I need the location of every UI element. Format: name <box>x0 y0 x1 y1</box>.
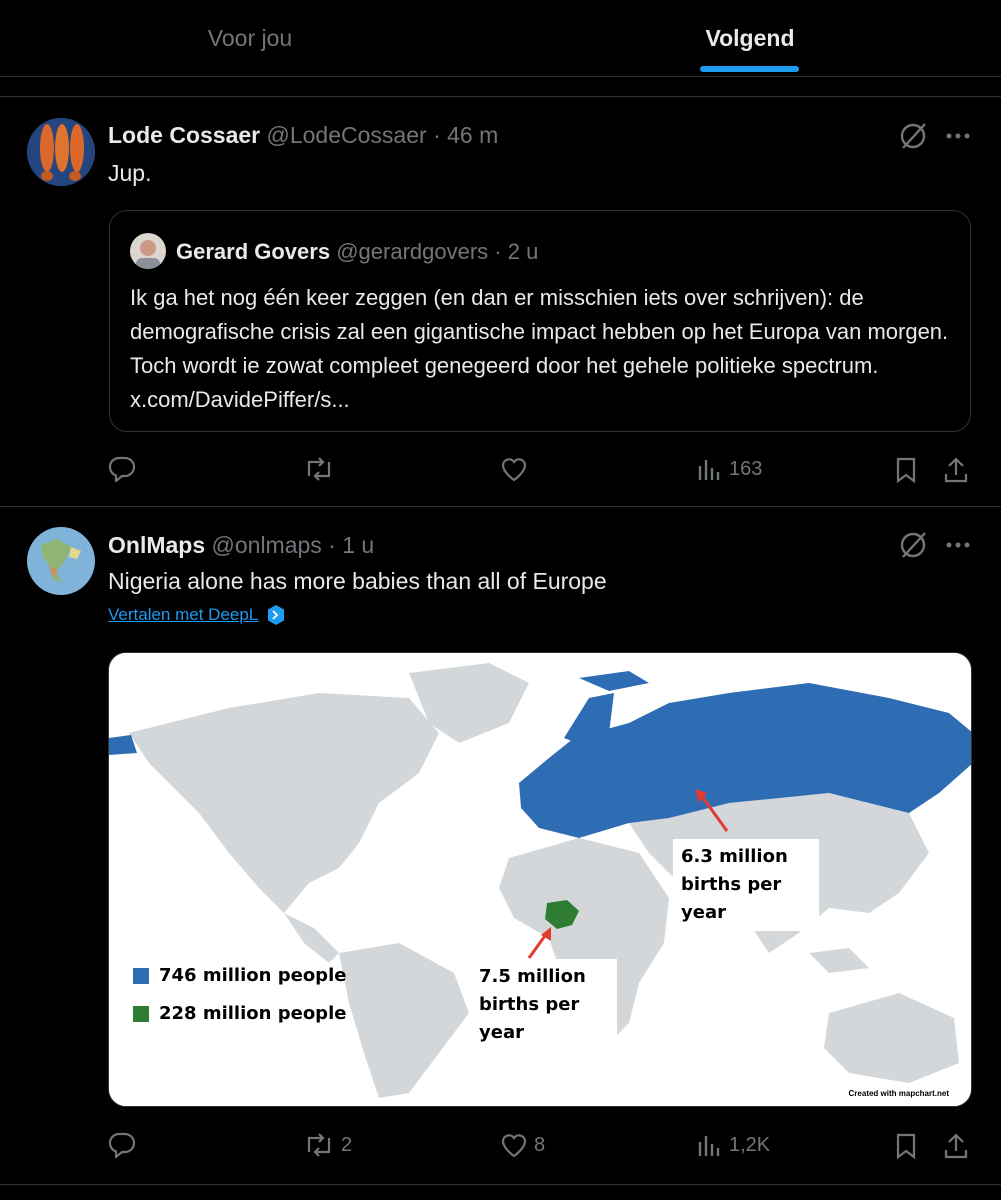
views-icon <box>698 1136 720 1156</box>
views-count: 1,2K <box>729 1133 771 1156</box>
more-options-icon[interactable] <box>940 118 976 154</box>
callout-russia: 6.3 million births per year <box>673 839 819 931</box>
like-button[interactable] <box>500 456 534 482</box>
grok-icon[interactable] <box>893 527 933 563</box>
legend-label: 746 million people <box>159 965 347 986</box>
divider <box>0 506 1001 507</box>
quote-header: Gerard Govers @gerardgovers · 2 u <box>176 239 538 265</box>
quote-author-handle: @gerardgovers <box>336 239 489 264</box>
avatar[interactable] <box>27 527 95 595</box>
views-button[interactable]: 163 <box>697 456 762 482</box>
quote-time: · 2 u <box>494 239 539 264</box>
translate-link[interactable]: Vertalen met DeepL <box>108 604 286 626</box>
reply-button[interactable] <box>108 456 142 482</box>
map-credit: Created with mapchart.net <box>848 1089 949 1098</box>
post-text: Nigeria alone has more babies than all o… <box>108 568 607 594</box>
repost-count: 2 <box>341 1133 353 1156</box>
timeline-tabs: Voor jou Volgend <box>0 0 1001 77</box>
bookmark-icon[interactable] <box>890 454 922 486</box>
post-header: OnlMaps @onlmaps · 1 u <box>108 532 374 559</box>
repost-icon <box>307 1133 331 1157</box>
translate-label: Vertalen met DeepL <box>108 605 259 624</box>
tab-for-you[interactable]: Voor jou <box>0 0 500 76</box>
post-time[interactable]: · 1 u <box>328 532 374 558</box>
reply-icon <box>108 456 136 482</box>
active-tab-indicator <box>700 66 799 72</box>
repost-button[interactable]: 2 <box>303 1132 352 1158</box>
author-name[interactable]: OnlMaps <box>108 532 205 558</box>
callout-nigeria: 7.5 million births per year <box>471 959 617 1051</box>
legend-label: 228 million people <box>159 1003 347 1024</box>
like-button[interactable]: 8 <box>500 1132 545 1158</box>
views-icon <box>698 460 720 480</box>
more-options-icon[interactable] <box>940 527 976 563</box>
tab-following[interactable]: Volgend <box>500 0 1000 76</box>
bookmark-icon[interactable] <box>890 1130 922 1162</box>
quote-avatar <box>130 233 166 269</box>
deepl-icon <box>268 605 285 625</box>
repost-button[interactable] <box>303 456 341 482</box>
grok-icon[interactable] <box>893 118 933 154</box>
legend-swatch-blue <box>133 967 149 984</box>
legend-item-europe: 746 million people <box>133 965 346 986</box>
reply-button[interactable] <box>108 1132 142 1158</box>
repost-icon <box>307 457 331 481</box>
author-handle[interactable]: @onlmaps <box>212 532 322 558</box>
quoted-post[interactable]: Gerard Govers @gerardgovers · 2 u Ik ga … <box>109 210 971 432</box>
legend-item-nigeria: 228 million people <box>133 1003 346 1024</box>
post-text: Jup. <box>108 160 152 186</box>
author-name[interactable]: Lode Cossaer <box>108 122 260 148</box>
views-count: 163 <box>729 457 763 480</box>
heart-icon <box>501 1134 527 1158</box>
post-header: Lode Cossaer @LodeCossaer · 46 m <box>108 122 498 149</box>
share-icon[interactable] <box>940 1130 972 1162</box>
heart-icon <box>501 458 527 482</box>
like-count: 8 <box>534 1133 546 1156</box>
post-time[interactable]: · 46 m <box>433 122 498 148</box>
quote-text: Ik ga het nog één keer zeggen (en dan er… <box>130 285 949 412</box>
divider <box>0 96 1001 97</box>
reply-icon <box>108 1132 136 1158</box>
avatar[interactable] <box>27 118 95 186</box>
legend-swatch-green <box>133 1005 149 1022</box>
divider <box>0 1184 1001 1185</box>
quote-author-name: Gerard Govers <box>176 239 331 264</box>
author-handle[interactable]: @LodeCossaer <box>267 122 427 148</box>
views-button[interactable]: 1,2K <box>697 1132 770 1158</box>
share-icon[interactable] <box>940 454 972 486</box>
post-media-map[interactable]: 6.3 million births per year 7.5 million … <box>108 652 972 1107</box>
